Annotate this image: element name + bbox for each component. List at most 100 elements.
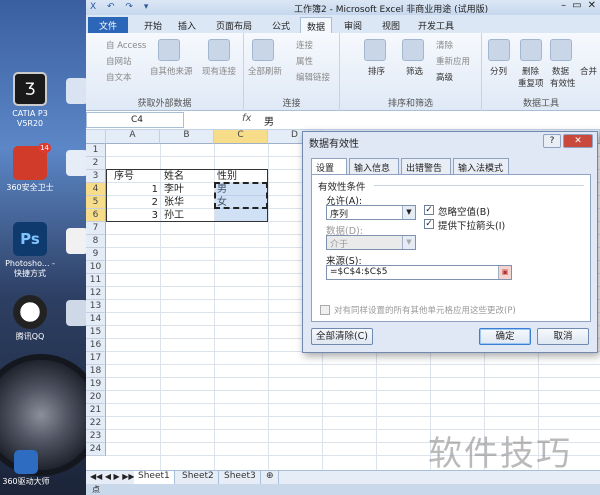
sheet-tab-sheet1[interactable]: Sheet1 bbox=[134, 471, 175, 484]
maximize-icon[interactable]: ▭ bbox=[572, 0, 581, 11]
tab-input-message[interactable]: 输入信息 bbox=[349, 158, 399, 174]
desktop-icon-360[interactable]: 14 360安全卫士 bbox=[0, 143, 60, 193]
row-header[interactable]: 6 bbox=[86, 209, 106, 222]
close-button[interactable]: ✕ bbox=[563, 134, 593, 148]
insert-sheet-icon[interactable]: ⊕ bbox=[262, 471, 279, 484]
row-header[interactable]: 20 bbox=[86, 391, 106, 404]
clear-button[interactable]: 清除 bbox=[436, 39, 453, 51]
row-header[interactable]: 21 bbox=[86, 404, 106, 417]
row-header[interactable]: 8 bbox=[86, 235, 106, 248]
select-all-corner[interactable] bbox=[86, 130, 106, 144]
properties-button[interactable]: 属性 bbox=[296, 55, 313, 67]
row-header[interactable]: 4 bbox=[86, 183, 106, 196]
advanced-button[interactable]: 高级 bbox=[436, 71, 453, 83]
column-header-b[interactable]: B bbox=[160, 130, 214, 144]
in-cell-dropdown-checkbox[interactable]: ✓ bbox=[424, 219, 434, 229]
row-header[interactable]: 5 bbox=[86, 196, 106, 209]
row-header[interactable]: 1 bbox=[86, 144, 106, 157]
row-header[interactable]: 13 bbox=[86, 300, 106, 313]
dialog-title: 数据有效性 bbox=[309, 139, 359, 150]
ignore-blank-checkbox[interactable]: ✓ bbox=[424, 205, 434, 215]
sheet-nav-arrows[interactable]: ◀◀ ◀ ▶ ▶▶ bbox=[90, 472, 135, 481]
from-access-button[interactable]: 自 Access bbox=[106, 39, 146, 51]
text-to-columns-button[interactable]: 分列 bbox=[490, 65, 507, 77]
cancel-button[interactable]: 取消 bbox=[537, 328, 589, 345]
remove-duplicates-button[interactable]: 删除 bbox=[522, 65, 539, 77]
tab-page-layout[interactable]: 页面布局 bbox=[210, 17, 258, 33]
row-header[interactable]: 3 bbox=[86, 170, 106, 183]
tab-file[interactable]: 文件 bbox=[88, 17, 128, 33]
tab-review[interactable]: 审阅 bbox=[338, 17, 368, 33]
gridline-horizontal bbox=[106, 390, 600, 391]
quick-access-toolbar[interactable]: X ↶ ↷ ▾ bbox=[90, 2, 152, 12]
row-header[interactable]: 2 bbox=[86, 157, 106, 170]
sort-button[interactable]: 排序 bbox=[368, 65, 385, 77]
row-header[interactable]: 16 bbox=[86, 339, 106, 352]
name-box[interactable]: C4 bbox=[86, 112, 184, 128]
row-header[interactable]: 9 bbox=[86, 248, 106, 261]
tab-settings[interactable]: 设置 bbox=[311, 158, 347, 175]
row-header[interactable]: 7 bbox=[86, 222, 106, 235]
row-header[interactable]: 19 bbox=[86, 378, 106, 391]
consolidate-button[interactable]: 合并 bbox=[580, 65, 597, 77]
column-header-a[interactable]: A bbox=[106, 130, 160, 144]
row-header[interactable]: 10 bbox=[86, 261, 106, 274]
desktop-icon-photoshop[interactable]: Ps Photosho... - 快捷方式 bbox=[0, 222, 60, 279]
sheet-tab-sheet3[interactable]: Sheet3 bbox=[220, 471, 261, 484]
notification-badge: 14 bbox=[38, 143, 51, 153]
desktop-icon-catia[interactable]: Ʒ CATIA P3 V5R20 bbox=[0, 72, 60, 129]
allow-select[interactable]: 序列 ▼ bbox=[326, 205, 416, 220]
data-validation-button[interactable]: 数据 bbox=[552, 65, 569, 77]
reapply-button[interactable]: 重新应用 bbox=[436, 55, 470, 67]
remove-duplicates-button-line2[interactable]: 重复项 bbox=[518, 77, 544, 89]
apply-all-checkbox[interactable] bbox=[320, 305, 330, 315]
tab-home[interactable]: 开始 bbox=[138, 17, 168, 33]
column-header-c[interactable]: C bbox=[214, 130, 268, 144]
connections-button[interactable]: 连接 bbox=[296, 39, 313, 51]
tab-ime-mode[interactable]: 输入法模式 bbox=[453, 158, 509, 174]
other-sources-button[interactable]: 自其他来源 bbox=[150, 65, 193, 77]
gridline-horizontal bbox=[106, 364, 600, 365]
row-header[interactable]: 22 bbox=[86, 417, 106, 430]
sheet-tab-sheet2[interactable]: Sheet2 bbox=[178, 471, 219, 484]
row-header[interactable]: 12 bbox=[86, 287, 106, 300]
tab-data[interactable]: 数据 bbox=[300, 17, 333, 33]
desktop-icon-label: 360驱动大师 bbox=[2, 477, 50, 486]
source-input[interactable]: =$C$4:$C$5 ▣ bbox=[326, 265, 512, 280]
desktop-icon-partial-3[interactable] bbox=[66, 228, 88, 254]
row-header[interactable]: 24 bbox=[86, 443, 106, 456]
refresh-all-button[interactable]: 全部刷新 bbox=[248, 65, 282, 77]
tab-view[interactable]: 视图 bbox=[376, 17, 406, 33]
tab-formulas[interactable]: 公式 bbox=[266, 17, 296, 33]
help-button[interactable]: ? bbox=[543, 134, 561, 148]
data-validation-button-line2[interactable]: 有效性 bbox=[550, 77, 576, 89]
data-select[interactable]: 介于 ▼ bbox=[326, 235, 416, 250]
minimize-icon[interactable]: – bbox=[561, 0, 566, 11]
row-header[interactable]: 17 bbox=[86, 352, 106, 365]
from-web-button[interactable]: 自网站 bbox=[106, 55, 132, 67]
filter-button[interactable]: 筛选 bbox=[406, 65, 423, 77]
close-icon[interactable]: ✕ bbox=[588, 0, 596, 11]
desktop-icon-qq[interactable]: 腾讯QQ bbox=[0, 295, 60, 342]
row-header[interactable]: 15 bbox=[86, 326, 106, 339]
existing-connections-icon bbox=[208, 39, 230, 61]
fx-icon[interactable]: fx bbox=[242, 113, 251, 124]
desktop-icon-driver[interactable]: 360驱动大师 bbox=[0, 450, 56, 487]
tab-error-alert[interactable]: 出错警告 bbox=[401, 158, 451, 174]
ok-button[interactable]: 确定 bbox=[479, 328, 531, 345]
row-header[interactable]: 14 bbox=[86, 313, 106, 326]
desktop-icon-partial-2[interactable] bbox=[66, 150, 88, 176]
tab-developer[interactable]: 开发工具 bbox=[412, 17, 460, 33]
desktop-icon-partial-4[interactable] bbox=[66, 300, 88, 326]
row-header[interactable]: 11 bbox=[86, 274, 106, 287]
edit-links-button[interactable]: 编辑链接 bbox=[296, 71, 330, 83]
row-header[interactable]: 23 bbox=[86, 430, 106, 443]
range-picker-icon[interactable]: ▣ bbox=[498, 266, 511, 279]
desktop-icon-partial-1[interactable] bbox=[66, 78, 88, 104]
existing-connections-button[interactable]: 现有连接 bbox=[202, 65, 236, 77]
clear-all-button[interactable]: 全部清除(C) bbox=[311, 328, 373, 345]
row-header[interactable]: 18 bbox=[86, 365, 106, 378]
from-text-button[interactable]: 自文本 bbox=[106, 71, 132, 83]
formula-input[interactable]: 男 bbox=[264, 113, 274, 128]
tab-insert[interactable]: 插入 bbox=[172, 17, 202, 33]
